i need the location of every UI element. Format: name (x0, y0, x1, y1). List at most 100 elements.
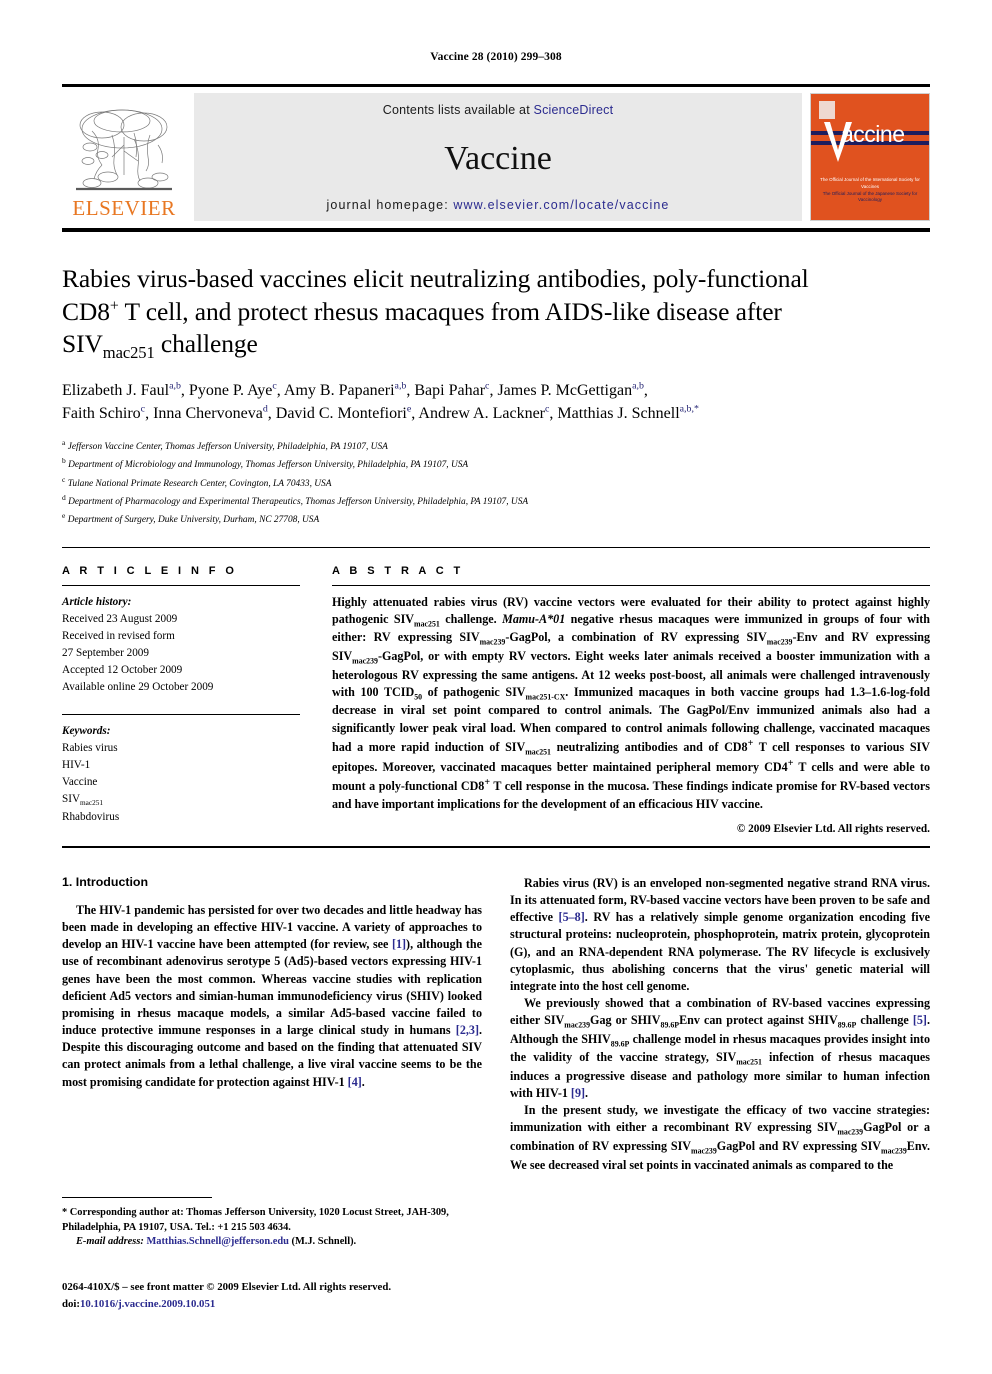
keywords-label: Keywords: (62, 724, 111, 737)
citation-link[interactable]: [9] (571, 1086, 585, 1100)
cover-footer-line-1: The Official Journal of the Internationa… (820, 177, 920, 189)
author-separator: , (276, 381, 284, 399)
history-item: Available online 29 October 2009 (62, 680, 214, 693)
elsevier-wordmark: ELSEVIER (72, 196, 176, 220)
affiliation-mark: b (62, 456, 66, 466)
affiliation-item: b Department of Microbiology and Immunol… (62, 455, 930, 473)
intro-paragraph-4: In the present study, we investigate the… (510, 1103, 930, 1172)
article-info-heading: A R T I C L E I N F O (62, 564, 238, 577)
author-separator: , (145, 404, 154, 422)
body-column-right: Rabies virus (RV) is an enveloped non-se… (510, 875, 930, 1174)
journal-homepage-link[interactable]: www.elsevier.com/locate/vaccine (453, 198, 669, 212)
history-item: 27 September 2009 (62, 646, 149, 659)
title-line-1: Rabies virus-based vaccines elicit neutr… (62, 264, 809, 293)
citation-link[interactable]: [4] (348, 1075, 362, 1089)
affiliation-mark: e (62, 511, 66, 521)
affiliation-text: Tulane National Primate Research Center,… (67, 478, 332, 489)
doi-link[interactable]: 10.1016/j.vaccine.2009.10.051 (80, 1298, 215, 1310)
author-list: Elizabeth J. Faula,b, Pyone P. Ayec, Amy… (62, 379, 930, 425)
author[interactable]: David C. Montefiorie (275, 403, 412, 422)
contents-prefix: Contents lists available at (382, 103, 534, 117)
author-affiliation-mark: a,b (394, 380, 407, 392)
article-history-label: Article history: (62, 595, 132, 608)
elsevier-tree-icon (76, 109, 172, 191)
journal-article-page: Vaccine 28 (2010) 299–308 ELSEVIER Conte… (0, 51, 992, 1374)
affiliation-mark: c (62, 474, 66, 484)
author[interactable]: Elizabeth J. Faula,b (62, 380, 181, 398)
abstract-copyright: © 2009 Elsevier Ltd. All rights reserved… (736, 822, 930, 835)
author-name: James P. McGettigan (497, 381, 633, 399)
history-item: Received in revised form (62, 629, 175, 642)
author[interactable]: Pyone P. Ayec (188, 380, 277, 399)
journal-cover-thumbnail: accine The Official Journal of the Inter… (810, 93, 930, 221)
author[interactable]: Andrew A. Lacknerc (418, 403, 549, 422)
author-name: Faith Schiro (62, 404, 141, 422)
affiliation-item: a Jefferson Vaccine Center, Thomas Jeffe… (62, 437, 930, 455)
title-plus-sup: + (109, 297, 119, 315)
title-block: Rabies virus-based vaccines elicit neutr… (62, 263, 930, 529)
sciencedirect-link[interactable]: ScienceDirect (534, 103, 614, 117)
author[interactable]: Faith Schiroc (62, 403, 145, 422)
page-title: Rabies virus-based vaccines elicit neutr… (62, 263, 930, 364)
keywords-rule (62, 713, 300, 715)
author[interactable]: Bapi Paharc (414, 380, 489, 399)
affiliation-mark: a (62, 437, 66, 447)
footnote-rule (62, 1197, 212, 1198)
citation-link[interactable]: [1] (392, 937, 406, 951)
keyword-item: Rabies virus (62, 741, 118, 754)
author[interactable]: Matthias J. Schnella,b,* (557, 403, 698, 422)
author-affiliation-mark: a,b (632, 380, 644, 392)
cover-footer-line-2: The Official Journal of the Japanese Soc… (822, 190, 918, 203)
title-mac251-sub: mac251 (102, 343, 155, 363)
keyword-item: SIVmac251 (62, 792, 104, 808)
title-line-2-a: CD8 (62, 296, 110, 326)
author[interactable]: Inna Chervonevad (153, 403, 268, 421)
author-affiliation-mark: a,b (169, 380, 181, 392)
author-name: David C. Montefiori (275, 404, 407, 422)
article-body: 1. Introduction The HIV-1 pandemic has p… (62, 875, 930, 1174)
email-note: E-mail address: Matthias.Schnell@jeffers… (62, 1236, 486, 1247)
article-info-column: A R T I C L E I N F O Article history: R… (62, 565, 300, 835)
affiliation-item: c Tulane National Primate Research Cente… (62, 474, 930, 492)
affiliation-text: Department of Surgery, Duke University, … (67, 515, 320, 526)
intro-paragraph-2: Rabies virus (RV) is an enveloped non-se… (510, 875, 931, 993)
corresponding-author-note: * Corresponding author at: Thomas Jeffer… (62, 1207, 449, 1234)
doi-label: doi: (62, 1297, 80, 1310)
masthead-bottom-rule (62, 228, 930, 232)
author-name: Pyone P. Aye (188, 381, 273, 399)
intro-paragraph-3: We previously showed that a combination … (510, 996, 931, 1101)
journal-title: Vaccine (444, 139, 552, 177)
issn-copyright-block: 0264-410X/$ – see front matter © 2009 El… (62, 1279, 391, 1312)
affiliation-list: a Jefferson Vaccine Center, Thomas Jeffe… (62, 437, 930, 529)
author-separator: , (643, 381, 648, 399)
footnote-block: * Corresponding author at: Thomas Jeffer… (62, 1197, 486, 1247)
author[interactable]: Amy B. Papaneria,b (284, 380, 407, 398)
intro-paragraph-1: The HIV-1 pandemic has persisted for ove… (62, 902, 482, 1089)
author-name: Bapi Pahar (414, 381, 486, 399)
email-label: E-mail address: (76, 1236, 144, 1248)
journal-homepage-line: journal homepage: www.elsevier.com/locat… (327, 198, 670, 212)
doi-line: doi:10.1016/j.vaccine.2009.10.051 (62, 1296, 391, 1313)
affiliation-text: Department of Pharmacology and Experimen… (68, 497, 529, 508)
keyword-subscript: mac251 (80, 799, 104, 808)
author[interactable]: James P. McGettigana,b (497, 380, 644, 399)
keyword-item: Vaccine (62, 775, 98, 788)
citation-link[interactable]: [2,3] (456, 1023, 479, 1037)
cover-elsevier-mini-logo (819, 101, 835, 119)
citation-link[interactable]: [5] (913, 1013, 927, 1027)
journal-masthead: ELSEVIER Contents lists available at Sci… (62, 84, 930, 221)
citation-link[interactable]: [5–8] (559, 910, 585, 924)
info-abstract-section: A R T I C L E I N F O Article history: R… (62, 546, 931, 835)
abstract-body: Highly attenuated rabies virus (RV) vacc… (332, 594, 931, 811)
author-name: Matthias J. Schnell (557, 404, 680, 422)
email-link[interactable]: Matthias.Schnell@jefferson.edu (146, 1236, 288, 1247)
keyword-item: HIV-1 (62, 758, 91, 771)
affiliation-item: d Department of Pharmacology and Experim… (62, 492, 930, 510)
affiliation-item: e Department of Surgery, Duke University… (62, 510, 930, 528)
abstract-rule (332, 584, 930, 586)
author-name: Andrew A. Lackner (418, 404, 546, 422)
affiliation-mark: d (62, 493, 66, 503)
email-suffix: (M.J. Schnell). (288, 1236, 357, 1248)
elsevier-logo: ELSEVIER (62, 93, 186, 221)
author-separator: , (267, 404, 276, 422)
